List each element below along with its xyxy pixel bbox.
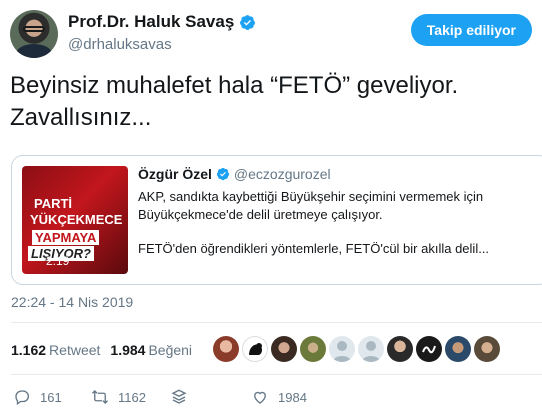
video-duration: 2:19 [46, 254, 70, 268]
reply-count: 161 [40, 389, 62, 405]
quoted-video-thumbnail[interactable]: PARTİ YÜKÇEKMECE YAPMAYA LIŞIYOR? 2:19 [22, 166, 128, 274]
thumbnail-caption: YÜKÇEKMECE [30, 212, 123, 227]
like-label: Beğeni [148, 342, 193, 358]
retweet-icon [92, 390, 108, 404]
like-button[interactable]: 1984 [251, 388, 307, 406]
quoted-author-row: Özgür Özel @eczozgurozel [138, 166, 542, 182]
quoted-text-line: Büyükçekmece'de delil üretmeye çalışıyor… [138, 207, 383, 222]
quoted-author-name[interactable]: Özgür Özel [138, 166, 212, 182]
tweet-header: Prof.Dr. Haluk Savaş @drhaluksavas Takip… [10, 8, 532, 58]
like-count: 1.984 [110, 342, 146, 358]
liker-avatar[interactable] [329, 336, 355, 362]
author-avatar[interactable] [10, 10, 58, 58]
retweet-action-count: 1162 [118, 389, 146, 405]
quoted-tweet-text: AKP, sandıkta kaybettiği Büyükşehir seçi… [138, 188, 542, 224]
liker-avatar[interactable] [213, 336, 239, 362]
tweet-stats: 1.162 Retweet 1.984 Beğeni [11, 342, 192, 358]
tweet-text: Beyinsiz muhalefet hala “FETÖ” geveliyor… [10, 70, 530, 134]
retweet-label: Retweet [49, 342, 101, 358]
quoted-text-line: FETÖ'den öğrendikleri yöntemlerle, FETÖ'… [138, 241, 490, 256]
liker-avatar[interactable] [271, 336, 297, 362]
divider [11, 322, 542, 323]
stack-button[interactable] [170, 388, 188, 406]
reply-icon [15, 390, 30, 406]
quoted-author-handle[interactable]: @eczozgurozel [234, 166, 331, 182]
tweet-text-line: Zavallısınız... [10, 104, 152, 131]
verified-badge-icon [216, 167, 230, 181]
liker-avatar[interactable] [474, 336, 500, 362]
liker-avatar[interactable] [358, 336, 384, 362]
thumbnail-caption: YAPMAYA [32, 230, 100, 245]
quoted-text-line: AKP, sandıkta kaybettiği Büyükşehir seçi… [138, 189, 484, 204]
avatar-shirt [16, 44, 52, 58]
like-action-count: 1984 [278, 389, 307, 405]
liker-avatar[interactable] [416, 336, 442, 362]
following-button[interactable]: Takip ediliyor [410, 14, 532, 46]
quoted-tweet-card[interactable]: PARTİ YÜKÇEKMECE YAPMAYA LIŞIYOR? 2:19 Ö… [11, 155, 542, 285]
liker-avatar[interactable] [387, 336, 413, 362]
tweet-actions: 161 1162 1984 [0, 388, 542, 408]
thumbnail-caption: PARTİ [34, 196, 73, 211]
retweet-button[interactable]: 1162 [91, 388, 146, 406]
liker-avatar[interactable] [445, 336, 471, 362]
author-display-name[interactable]: Prof.Dr. Haluk Savaş [68, 12, 234, 32]
retweet-stat[interactable]: 1.162 Retweet [11, 342, 100, 358]
tweet-timestamp[interactable]: 22:24 - 14 Nis 2019 [11, 294, 133, 310]
tweet-text-line: Beyinsiz muhalefet hala “FETÖ” geveliyor… [10, 72, 459, 99]
heart-icon [254, 391, 266, 404]
verified-badge-icon [240, 14, 256, 30]
author-handle[interactable]: @drhaluksavas [68, 36, 172, 53]
avatar-glasses [23, 26, 45, 32]
reply-button[interactable]: 161 [13, 388, 62, 406]
quoted-tweet-body: Özgür Özel @eczozgurozel AKP, sandıkta k… [138, 166, 542, 258]
liker-avatars [213, 336, 500, 362]
layers-icon [171, 389, 187, 404]
liker-avatar[interactable] [242, 336, 268, 362]
liker-avatar[interactable] [300, 336, 326, 362]
like-stat[interactable]: 1.984 Beğeni [110, 342, 192, 358]
retweet-count: 1.162 [11, 342, 47, 358]
author-name-row: Prof.Dr. Haluk Savaş [68, 12, 256, 32]
divider [11, 374, 542, 375]
